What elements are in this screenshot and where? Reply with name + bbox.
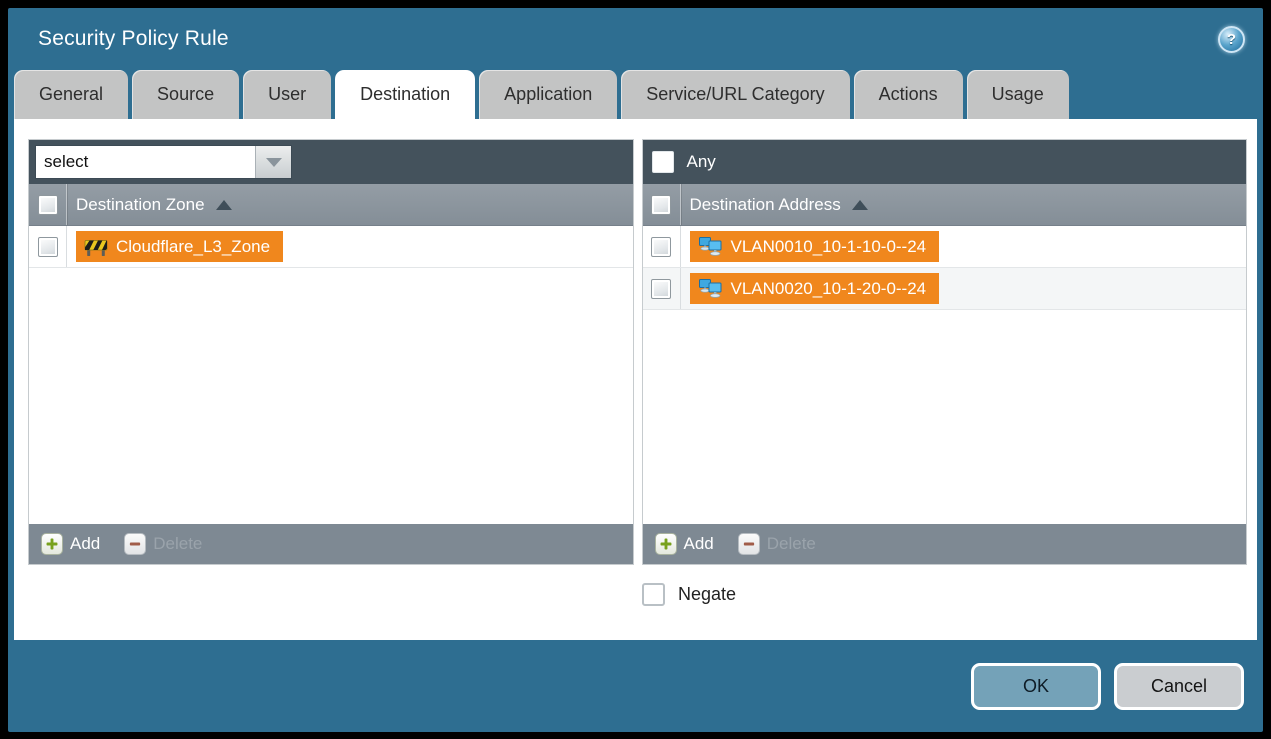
address-column-sort[interactable]: Destination Address	[681, 195, 868, 215]
address-row: VLAN0010_10-1-10-0--24	[643, 226, 1247, 268]
dialog-footer: OK Cancel	[8, 640, 1263, 732]
address-delete-button[interactable]: Delete	[738, 533, 816, 555]
zone-add-button[interactable]: Add	[41, 533, 100, 555]
add-plus-icon	[655, 533, 677, 555]
destination-zone-panel: select Destination Zone	[28, 139, 634, 565]
title-bar: Security Policy Rule ?	[8, 8, 1263, 70]
zone-name: Cloudflare_L3_Zone	[116, 237, 270, 257]
zone-delete-label: Delete	[153, 534, 202, 554]
negate-row: Negate	[642, 583, 1247, 606]
zone-type-select-button[interactable]	[255, 146, 291, 178]
address-row-checkbox[interactable]	[651, 279, 671, 299]
tab-usage[interactable]: Usage	[967, 70, 1069, 119]
zone-barrier-icon	[84, 237, 108, 257]
ok-button[interactable]: OK	[971, 663, 1101, 710]
address-row-checkbox[interactable]	[651, 237, 671, 257]
address-name: VLAN0020_10-1-20-0--24	[731, 279, 927, 299]
tab-bar: General Source User Destination Applicat…	[8, 70, 1263, 119]
zone-select-all-checkbox[interactable]	[38, 195, 58, 215]
sort-ascending-icon	[216, 200, 232, 210]
tab-service-url-category[interactable]: Service/URL Category	[621, 70, 849, 119]
tab-general[interactable]: General	[14, 70, 128, 119]
zone-add-label: Add	[70, 534, 100, 554]
tab-source[interactable]: Source	[132, 70, 239, 119]
tab-user[interactable]: User	[243, 70, 331, 119]
zone-row: Cloudflare_L3_Zone	[29, 226, 633, 268]
destination-address-panel: Any Destination Address	[642, 139, 1248, 565]
delete-minus-icon	[124, 533, 146, 555]
address-name: VLAN0010_10-1-10-0--24	[731, 237, 927, 257]
dialog-title: Security Policy Rule	[38, 27, 229, 51]
zone-delete-button[interactable]: Delete	[124, 533, 202, 555]
address-delete-label: Delete	[767, 534, 816, 554]
tab-destination[interactable]: Destination	[335, 70, 475, 119]
zone-type-select[interactable]: select	[35, 145, 292, 179]
destination-tab-content: select Destination Zone	[14, 119, 1257, 640]
network-address-icon	[698, 278, 723, 299]
sort-ascending-icon	[852, 200, 868, 210]
address-add-label: Add	[684, 534, 714, 554]
address-chip[interactable]: VLAN0020_10-1-20-0--24	[690, 273, 940, 304]
security-policy-rule-dialog: Security Policy Rule ? General Source Us…	[8, 8, 1263, 732]
address-chip[interactable]: VLAN0010_10-1-10-0--24	[690, 231, 940, 262]
any-label: Any	[687, 152, 716, 172]
zone-panel-header: select	[29, 140, 633, 184]
zone-column-header: Destination Zone	[29, 184, 633, 226]
address-list: VLAN0010_10-1-10-0--24	[643, 226, 1247, 524]
address-add-button[interactable]: Add	[655, 533, 714, 555]
any-checkbox[interactable]	[652, 151, 674, 173]
address-panel-header: Any	[643, 140, 1247, 184]
zone-panel-footer: Add Delete	[29, 524, 633, 564]
cancel-button[interactable]: Cancel	[1114, 663, 1244, 710]
address-panel-footer: Add Delete	[643, 524, 1247, 564]
tab-actions[interactable]: Actions	[854, 70, 963, 119]
tab-application[interactable]: Application	[479, 70, 617, 119]
negate-checkbox[interactable]	[642, 583, 665, 606]
zone-row-checkbox[interactable]	[38, 237, 58, 257]
delete-minus-icon	[738, 533, 760, 555]
address-column-label: Destination Address	[690, 195, 841, 215]
negate-label: Negate	[678, 584, 736, 605]
network-address-icon	[698, 236, 723, 257]
zone-type-select-value: select	[36, 146, 255, 178]
address-column-header: Destination Address	[643, 184, 1247, 226]
zone-column-sort[interactable]: Destination Zone	[67, 195, 232, 215]
address-select-all-checkbox[interactable]	[651, 195, 671, 215]
zone-chip[interactable]: Cloudflare_L3_Zone	[76, 231, 283, 262]
chevron-down-icon	[266, 158, 282, 167]
address-row: VLAN0020_10-1-20-0--24	[643, 268, 1247, 310]
zone-list: Cloudflare_L3_Zone	[29, 226, 633, 524]
add-plus-icon	[41, 533, 63, 555]
zone-column-label: Destination Zone	[76, 195, 205, 215]
help-icon[interactable]: ?	[1218, 26, 1245, 53]
